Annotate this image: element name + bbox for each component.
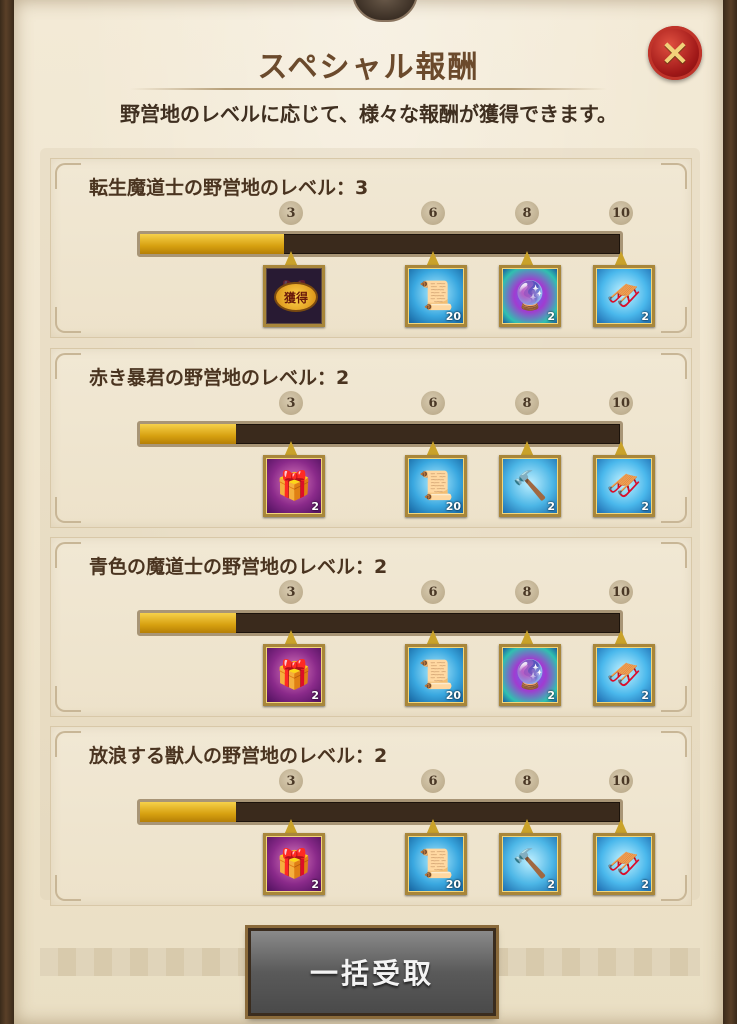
milestone-level-badge: 6 [421, 201, 445, 225]
corner-ornament [661, 731, 687, 757]
milestone-level-badge: 10 [609, 769, 633, 793]
claimed-badge: 獲得 [274, 282, 318, 312]
corner-ornament [661, 307, 687, 333]
milestone-level-badge: 8 [515, 769, 539, 793]
milestone-level-badge: 3 [279, 580, 303, 604]
reward-item[interactable]: 🔮 2 [499, 265, 561, 327]
corner-ornament [55, 307, 81, 333]
reward-count: 2 [641, 310, 649, 323]
camp-reward-list: 転生魔道士の野営地のレベル：336810🎁獲得📜20🔮2🛷2赤き暴君の野営地のレ… [40, 148, 700, 906]
corner-ornament [661, 163, 687, 189]
corner-ornament [661, 497, 687, 523]
corner-ornament [55, 731, 81, 757]
camp-section: 放浪する獣人の野営地のレベル：2 3 6 8 10 🎁 2 📜 20 🔨 2 🛷 2 [50, 726, 692, 906]
reward-item[interactable]: 🛷 2 [593, 833, 655, 895]
level-progress-bar [137, 610, 623, 636]
corner-ornament [661, 542, 687, 568]
reward-item[interactable]: 🔨 2 [499, 833, 561, 895]
level-progress-fill [140, 802, 236, 822]
reward-count: 2 [311, 878, 319, 891]
milestone-level-badge: 10 [609, 201, 633, 225]
milestone-level-badge: 8 [515, 201, 539, 225]
milestone-level-badge: 6 [421, 391, 445, 415]
camp-section: 青色の魔道士の野営地のレベル：2 3 6 8 10 🎁 2 📜 20 🔮 2 🛷 2 [50, 537, 692, 717]
reward-count: 2 [547, 878, 555, 891]
camp-section: 赤き暴君の野営地のレベル：2 3 6 8 10 🎁 2 📜 20 🔨 2 🛷 2 [50, 348, 692, 528]
corner-ornament [661, 875, 687, 901]
reward-item[interactable]: 🛷 2 [593, 265, 655, 327]
reward-count: 2 [311, 689, 319, 702]
reward-count: 20 [445, 310, 461, 323]
reward-count: 2 [641, 500, 649, 513]
reward-count: 2 [547, 310, 555, 323]
top-ornament [352, 0, 418, 22]
corner-ornament [661, 353, 687, 379]
reward-count: 2 [311, 500, 319, 513]
level-progress-fill [140, 234, 284, 254]
level-progress-bar [137, 231, 623, 257]
milestone-level-badge: 10 [609, 580, 633, 604]
reward-item[interactable]: 🛷 2 [593, 644, 655, 706]
reward-count: 2 [641, 878, 649, 891]
milestone-level-badge: 3 [279, 201, 303, 225]
reward-item[interactable]: 🎁 2 [263, 455, 325, 517]
corner-ornament [55, 875, 81, 901]
page-title: スペシャル報酬 [257, 50, 480, 85]
reward-item[interactable]: 📜 20 [405, 833, 467, 895]
page-subtitle: 野営地のレベルに応じて、様々な報酬が獲得できます。 [120, 102, 617, 126]
reward-item[interactable]: 🎁獲得 [263, 265, 325, 327]
reward-item[interactable]: 📜 20 [405, 455, 467, 517]
reward-item[interactable]: 🎁 2 [263, 644, 325, 706]
corner-ornament [661, 686, 687, 712]
camp-section: 転生魔道士の野営地のレベル：33 6 8 10 🎁獲得 📜20 🔮2 🛷2 [50, 158, 692, 338]
camp-level-label: 転生魔道士の野営地のレベル：3 [89, 177, 369, 199]
reward-item[interactable]: 📜 20 [405, 265, 467, 327]
milestone-level-badge: 10 [609, 391, 633, 415]
reward-item[interactable]: 🛷 2 [593, 455, 655, 517]
close-button[interactable]: × [648, 26, 702, 80]
reward-count: 2 [547, 500, 555, 513]
corner-ornament [55, 686, 81, 712]
corner-ornament [55, 497, 81, 523]
reward-item[interactable]: 🔮 2 [499, 644, 561, 706]
claim-all-button[interactable]: 一括受取 [248, 928, 496, 1016]
milestone-level-badge: 3 [279, 769, 303, 793]
reward-count: 20 [445, 689, 461, 702]
reward-count: 2 [641, 689, 649, 702]
camp-level-label: 青色の魔道士の野営地のレベル：2 [89, 556, 388, 578]
camp-level-label: 赤き暴君の野営地のレベル：2 [89, 367, 350, 389]
level-progress-fill [140, 613, 236, 633]
milestone-level-badge: 6 [421, 769, 445, 793]
camp-level-label: 放浪する獣人の野営地のレベル：2 [89, 745, 388, 767]
reward-count: 20 [445, 878, 461, 891]
corner-ornament [55, 542, 81, 568]
corner-ornament [55, 163, 81, 189]
reward-count: 20 [445, 500, 461, 513]
milestone-level-badge: 8 [515, 580, 539, 604]
claim-all-label: 一括受取 [309, 957, 434, 990]
milestone-level-badge: 6 [421, 580, 445, 604]
level-progress-bar [137, 421, 623, 447]
level-progress-fill [140, 424, 236, 444]
milestone-level-badge: 3 [279, 391, 303, 415]
reward-item[interactable]: 🔨 2 [499, 455, 561, 517]
title-divider [130, 88, 607, 90]
reward-item[interactable]: 🎁 2 [263, 833, 325, 895]
reward-count: 2 [547, 689, 555, 702]
level-progress-bar [137, 799, 623, 825]
milestone-level-badge: 8 [515, 391, 539, 415]
close-icon: × [659, 32, 691, 73]
reward-item[interactable]: 📜 20 [405, 644, 467, 706]
corner-ornament [55, 353, 81, 379]
